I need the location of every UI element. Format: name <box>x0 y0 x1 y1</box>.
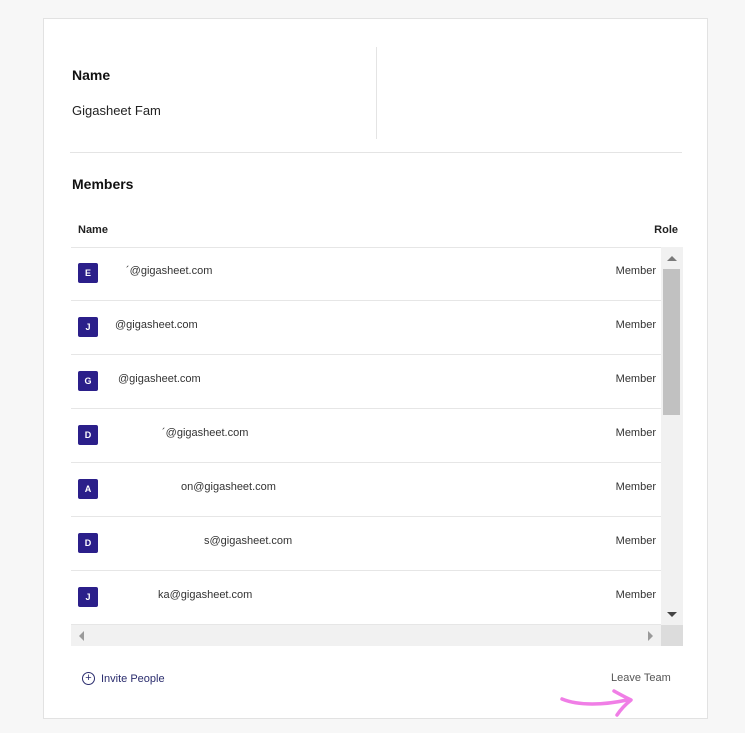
table-row[interactable]: D s@gigasheet.com Member <box>71 517 661 571</box>
vertical-scrollbar[interactable] <box>661 247 683 625</box>
horizontal-scrollbar[interactable] <box>71 625 661 646</box>
invite-people-label: Invite People <box>101 672 165 685</box>
scrollbar-thumb[interactable] <box>663 269 680 415</box>
team-name-value: Gigasheet Fam <box>72 103 161 118</box>
member-email: @gigasheet.com <box>115 319 198 331</box>
member-role: Member <box>615 373 656 385</box>
scroll-up-icon[interactable] <box>667 256 677 261</box>
scroll-down-icon[interactable] <box>667 612 677 617</box>
member-email: ka@gigasheet.com <box>158 589 253 601</box>
vertical-divider <box>376 47 377 139</box>
table-row[interactable]: G @gigasheet.com Member <box>71 355 661 409</box>
member-role: Member <box>615 427 656 439</box>
member-role: Member <box>615 265 656 277</box>
member-email: @gigasheet.com <box>118 373 201 385</box>
section-divider <box>70 152 682 153</box>
plus-circle-icon: + <box>82 672 95 685</box>
team-settings-card: Name Gigasheet Fam Members Name Role E ´… <box>43 18 708 719</box>
member-email: ´@gigasheet.com <box>126 265 213 277</box>
table-row[interactable]: J @gigasheet.com Member <box>71 301 661 355</box>
avatar: A <box>78 479 98 499</box>
avatar: D <box>78 425 98 445</box>
avatar: E <box>78 263 98 283</box>
member-role: Member <box>615 319 656 331</box>
table-row[interactable]: D ´@gigasheet.com Member <box>71 409 661 463</box>
member-role: Member <box>615 589 656 601</box>
avatar: J <box>78 587 98 607</box>
team-name-section: Name Gigasheet Fam <box>72 47 684 153</box>
scroll-right-icon[interactable] <box>648 631 653 641</box>
table-header: Name Role <box>71 216 683 248</box>
members-table: Name Role E ´@gigasheet.com Member J @gi… <box>71 216 683 647</box>
table-row[interactable]: A on@gigasheet.com Member <box>71 463 661 517</box>
member-role: Member <box>615 535 656 547</box>
scrollbar-corner <box>661 625 683 646</box>
scroll-left-icon[interactable] <box>79 631 84 641</box>
members-title: Members <box>72 176 134 192</box>
avatar: G <box>78 371 98 391</box>
column-header-role[interactable]: Role <box>654 224 678 236</box>
member-email: ´@gigasheet.com <box>162 427 249 439</box>
leave-team-button[interactable]: Leave Team <box>611 672 671 684</box>
avatar: D <box>78 533 98 553</box>
member-email: on@gigasheet.com <box>181 481 276 493</box>
table-body[interactable]: E ´@gigasheet.com Member J @gigasheet.co… <box>71 247 661 625</box>
invite-people-button[interactable]: + Invite People <box>82 672 165 685</box>
table-row[interactable]: J ka@gigasheet.com Member <box>71 571 661 625</box>
member-email: s@gigasheet.com <box>204 535 293 547</box>
annotation-arrow-icon <box>560 689 633 717</box>
team-name-label: Name <box>72 67 111 83</box>
member-role: Member <box>615 481 656 493</box>
column-header-name[interactable]: Name <box>78 224 108 236</box>
table-row[interactable]: E ´@gigasheet.com Member <box>71 247 661 301</box>
avatar: J <box>78 317 98 337</box>
